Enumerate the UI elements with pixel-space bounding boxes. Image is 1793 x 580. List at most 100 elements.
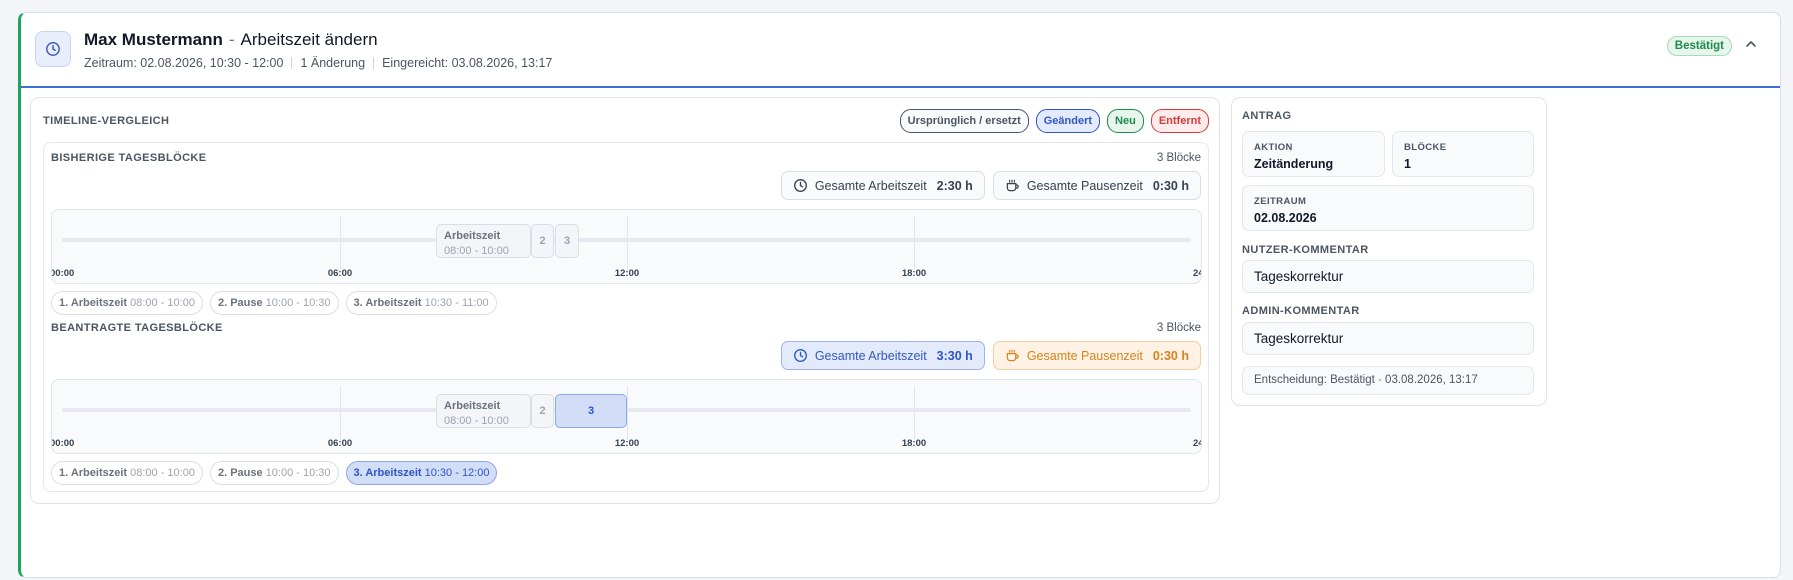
chip-name: 2. Pause [217, 467, 263, 479]
gridline [340, 386, 341, 440]
comparison-title: Timeline-Vergleich [43, 115, 170, 127]
title-separator: - [228, 30, 235, 49]
legend-original: Ursprünglich / ersetzt [899, 109, 1029, 133]
block-range: 08:00 - 10:00 [444, 245, 509, 257]
tick-label: 00:00 [51, 268, 75, 279]
timeline-block-work[interactable]: Arbeitszeit 08:00 - 10:00 [436, 224, 531, 258]
total-work-label: Gesamte Arbeitszeit [814, 178, 927, 193]
block-label: Arbeitszeit [444, 230, 501, 242]
previous-block-chips: 1. Arbeitszeit 08:00 - 10:00 2. Pause 10… [51, 291, 497, 315]
timeline-block-work[interactable]: Arbeitszeit 08:00 - 10:00 [436, 394, 531, 428]
meta-divider [291, 57, 293, 69]
action-box: Aktion Zeitänderung [1242, 131, 1385, 177]
total-work-label: Gesamte Arbeitszeit [814, 348, 927, 363]
gridline [914, 386, 915, 440]
chip-range: 10:00 - 10:30 [265, 467, 331, 479]
gridline [340, 216, 341, 270]
block-chip[interactable]: 2. Pause 10:00 - 10:30 [209, 291, 339, 315]
timeline-blocks: Bisherige Tagesblöcke 3 Blöcke Gesamte A… [43, 142, 1209, 492]
coffee-icon [1005, 178, 1020, 193]
requested-timeline: 00:00 06:00 12:00 18:00 24:00 Arbeitszei… [51, 379, 1202, 454]
requested-blocks-count: 3 Blöcke [1156, 322, 1201, 334]
period-box: Zeitraum 02.08.2026 [1242, 185, 1534, 231]
previous-totals: Gesamte Arbeitszeit 2:30 h Gesamte Pause… [780, 171, 1201, 200]
action-label: Aktion [1254, 142, 1293, 153]
chip-range: 10:30 - 11:00 [424, 297, 489, 309]
gridline [914, 216, 915, 270]
block-chip[interactable]: 2. Pause 10:00 - 10:30 [209, 461, 339, 485]
total-pause-label: Gesamte Pausenzeit [1026, 178, 1143, 193]
total-work-value: 3:30 h [936, 348, 973, 363]
block-chip[interactable]: 1. Arbeitszeit 08:00 - 10:00 [51, 291, 203, 315]
period-value: 02.08.2026 [1254, 211, 1317, 225]
chip-name: 3. Arbeitszeit [353, 297, 422, 309]
meta-submitted: Eingereicht: 03.08.2026, 13:17 [382, 56, 553, 70]
chevron-up-icon[interactable] [1744, 37, 1758, 51]
previous-blocks-count: 3 Blöcke [1156, 152, 1201, 164]
legend-new: Neu [1107, 109, 1144, 133]
timeline-block-work[interactable]: 3 [555, 224, 579, 258]
tick-label: 18:00 [901, 268, 927, 279]
block-chip[interactable]: 3. Arbeitszeit 10:30 - 11:00 [345, 291, 497, 315]
chip-range: 08:00 - 10:00 [130, 297, 195, 309]
total-pause-value: 0:30 h [1152, 348, 1189, 363]
total-pause-value: 0:30 h [1152, 178, 1189, 193]
block-label: Arbeitszeit [444, 400, 501, 412]
admin-comment-label: Admin-Kommentar [1242, 305, 1360, 317]
request-meta: Zeitraum: 02.08.2026, 10:30 - 12:00 1 Än… [84, 56, 552, 70]
tick-label: 00:00 [51, 438, 75, 449]
tick-label: 12:00 [614, 268, 640, 279]
blocks-box: Blöcke 1 [1392, 131, 1534, 177]
chip-range: 08:00 - 10:00 [130, 467, 195, 479]
gridline [627, 386, 628, 440]
card-header[interactable]: Max Mustermann - Arbeitszeit ändern Zeitra… [21, 13, 1780, 88]
tick-label: 24:00 [1193, 438, 1201, 449]
timeline-block-pause[interactable]: 2 [531, 224, 554, 258]
chip-name: 1. Arbeitszeit [59, 297, 128, 309]
chip-range: 10:00 - 10:30 [265, 297, 331, 309]
request-title: Arbeitszeit ändern [240, 30, 378, 49]
request-panel: Antrag Aktion Zeitänderung Blöcke 1 Zeit… [1231, 97, 1547, 406]
total-work-time: Gesamte Arbeitszeit 3:30 h [780, 341, 985, 370]
status-badge: Bestätigt [1666, 36, 1732, 56]
blocks-label: Blöcke [1404, 142, 1447, 153]
chip-name: 2. Pause [217, 297, 263, 309]
tick-label: 06:00 [327, 268, 353, 279]
previous-timeline: 00:00 06:00 12:00 18:00 24:00 Arbeitszei… [51, 209, 1202, 284]
block-chip-changed[interactable]: 3. Arbeitszeit 10:30 - 12:00 [345, 461, 498, 485]
chip-range: 10:30 - 12:00 [424, 467, 490, 479]
legend-changed: Geändert [1035, 109, 1101, 133]
requested-block-chips: 1. Arbeitszeit 08:00 - 10:00 2. Pause 10… [51, 461, 498, 485]
legend-removed: Entfernt [1150, 109, 1209, 133]
blocks-value: 1 [1404, 157, 1411, 171]
tick-label: 24:00 [1193, 268, 1201, 279]
total-work-value: 2:30 h [936, 178, 973, 193]
request-card: Max Mustermann - Arbeitszeit ändern Zeitra… [18, 12, 1781, 578]
tick-label: 06:00 [327, 438, 353, 449]
total-pause-time: Gesamte Pausenzeit 0:30 h [992, 171, 1201, 200]
tick-label: 18:00 [901, 438, 927, 449]
chip-name: 1. Arbeitszeit [59, 467, 128, 479]
requested-totals: Gesamte Arbeitszeit 3:30 h Gesamte Pause… [780, 341, 1201, 370]
meta-period: Zeitraum: 02.08.2026, 10:30 - 12:00 [84, 56, 284, 70]
page-title: Max Mustermann - Arbeitszeit ändern [84, 30, 378, 50]
legend: Ursprünglich / ersetzt Geändert Neu Entf… [899, 109, 1209, 133]
total-work-time: Gesamte Arbeitszeit 2:30 h [780, 171, 985, 200]
clock-icon [793, 348, 808, 363]
previous-blocks-title: Bisherige Tagesblöcke [51, 152, 207, 164]
tick-label: 12:00 [614, 438, 640, 449]
period-label: Zeitraum [1254, 196, 1307, 207]
total-pause-time: Gesamte Pausenzeit 0:30 h [992, 341, 1201, 370]
total-pause-label: Gesamte Pausenzeit [1026, 348, 1143, 363]
meta-divider [373, 57, 375, 69]
block-range: 08:00 - 10:00 [444, 415, 509, 427]
timeline-comparison-panel: Timeline-Vergleich Ursprünglich / ersetz… [30, 97, 1220, 504]
timeline-block-changed[interactable]: 3 [555, 394, 627, 428]
clock-icon [793, 178, 808, 193]
user-comment: Tageskorrektur [1242, 260, 1534, 293]
clock-icon [35, 31, 71, 67]
user-comment-label: Nutzer-Kommentar [1242, 244, 1369, 256]
timeline-block-pause[interactable]: 2 [531, 394, 554, 428]
block-chip[interactable]: 1. Arbeitszeit 08:00 - 10:00 [51, 461, 203, 485]
action-value: Zeitänderung [1254, 157, 1334, 171]
